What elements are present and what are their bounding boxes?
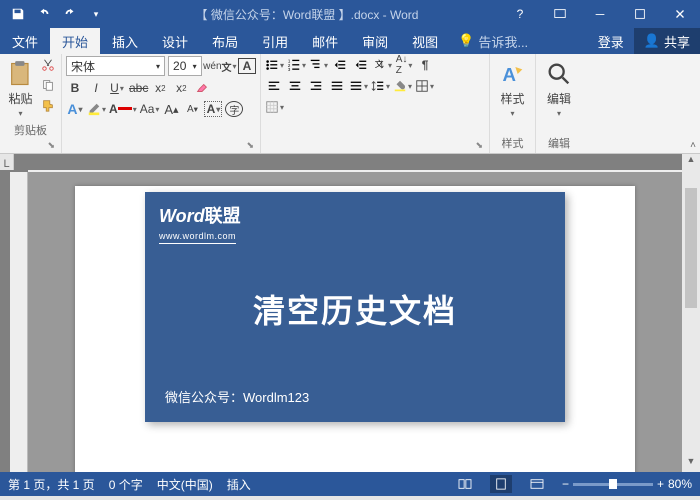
splash-logo: Word联盟 www.wordlm.com (145, 192, 565, 244)
align-center-button[interactable] (286, 77, 304, 95)
window-title: 【 微信公众号：Word联盟 】.docx - Word (114, 6, 500, 23)
splash-subtitle: 微信公众号：Wordlm123 (165, 387, 309, 406)
line-spacing-button[interactable] (371, 77, 390, 95)
superscript-button[interactable]: x2 (172, 79, 190, 97)
paste-button[interactable]: 粘贴 ▾ (4, 56, 37, 120)
bold-button[interactable]: B (66, 79, 84, 97)
font-size-combo[interactable]: 20▾ (168, 56, 202, 76)
tell-me[interactable]: 💡 告诉我... (458, 28, 588, 54)
editing-button[interactable]: 编辑▾ (540, 56, 578, 133)
change-case-button[interactable]: Aa (140, 100, 160, 118)
phonetic-guide-button[interactable]: wén文 (205, 57, 235, 75)
splash-headline: 清空历史文档 (145, 286, 565, 332)
decrease-indent-button[interactable] (331, 56, 349, 74)
close-icon[interactable] (660, 2, 700, 26)
zoom-knob[interactable] (609, 479, 617, 489)
share-button[interactable]: 👤 共享 (634, 28, 700, 54)
maximize-icon[interactable] (620, 2, 660, 26)
paragraph-launcher-icon[interactable]: ⬊ (475, 140, 483, 151)
subscript-button[interactable]: x2 (151, 79, 169, 97)
cut-button[interactable] (39, 56, 57, 74)
font-family-combo[interactable]: 宋体▾ (66, 56, 165, 76)
ribbon-options-icon[interactable] (540, 2, 580, 26)
zoom-slider[interactable] (573, 483, 653, 486)
font-launcher-icon[interactable]: ⬊ (246, 140, 254, 151)
signin-button[interactable]: 登录 (588, 28, 634, 54)
vertical-scrollbar[interactable]: ▲ ▼ (682, 154, 700, 472)
tab-home[interactable]: 开始 (50, 28, 100, 54)
styles-button[interactable]: A 样式▾ (494, 56, 531, 133)
borders-button[interactable] (415, 77, 434, 95)
vertical-ruler[interactable] (10, 172, 28, 472)
tab-review[interactable]: 审阅 (350, 28, 400, 54)
tab-insert[interactable]: 插入 (100, 28, 150, 54)
zoom-in-button[interactable]: + (657, 477, 664, 491)
redo-icon[interactable] (58, 2, 82, 26)
styles-group-label: 样式 (494, 133, 531, 153)
tab-layout[interactable]: 布局 (200, 28, 250, 54)
svg-text:3: 3 (288, 67, 291, 72)
tab-design[interactable]: 设计 (150, 28, 200, 54)
status-insert[interactable]: 插入 (227, 476, 251, 493)
align-right-button[interactable] (307, 77, 325, 95)
highlight-button[interactable] (87, 100, 106, 118)
text-effects-button[interactable]: A (66, 100, 84, 118)
tab-mailings[interactable]: 邮件 (300, 28, 350, 54)
show-marks-button[interactable]: ¶ (416, 56, 434, 74)
distribute-button[interactable] (349, 77, 368, 95)
navigation-strip[interactable]: L (0, 154, 14, 170)
align-left-button[interactable] (265, 77, 283, 95)
web-layout-button[interactable] (526, 475, 548, 493)
clipboard-launcher-icon[interactable]: ⬊ (47, 140, 55, 151)
snap-to-grid-button[interactable] (265, 98, 284, 116)
svg-text:A: A (502, 64, 515, 85)
underline-button[interactable]: U (108, 79, 126, 97)
zoom-level[interactable]: 80% (668, 477, 692, 491)
shading-button[interactable] (393, 77, 412, 95)
editing-group-label: 编辑 (540, 133, 578, 153)
scroll-down-icon[interactable]: ▼ (682, 456, 700, 472)
italic-button[interactable]: I (87, 79, 105, 97)
sort-button[interactable]: A↓Z (395, 56, 413, 74)
collapse-ribbon-icon[interactable]: ˄ (690, 140, 696, 151)
shrink-font-button[interactable]: A▾ (183, 100, 201, 118)
status-page[interactable]: 第 1 页，共 1 页 (8, 476, 95, 493)
zoom-out-button[interactable]: − (562, 477, 569, 491)
justify-button[interactable] (328, 77, 346, 95)
status-lang[interactable]: 中文(中国) (157, 476, 213, 493)
increase-indent-button[interactable] (352, 56, 370, 74)
undo-icon[interactable] (32, 2, 56, 26)
enclose-char-button[interactable]: 字 (225, 101, 243, 117)
qat-more-icon[interactable]: ▾ (84, 2, 108, 26)
scroll-thumb[interactable] (685, 188, 697, 308)
format-painter-button[interactable] (39, 96, 57, 114)
read-mode-button[interactable] (454, 475, 476, 493)
copy-button[interactable] (39, 76, 57, 94)
print-layout-button[interactable] (490, 475, 512, 493)
save-icon[interactable] (6, 2, 30, 26)
char-shading-button[interactable]: A (204, 101, 222, 117)
numbering-button[interactable]: 123 (287, 56, 306, 74)
bullets-button[interactable] (265, 56, 284, 74)
font-color-button[interactable]: A (109, 100, 137, 118)
minimize-icon[interactable] (580, 2, 620, 26)
help-icon[interactable]: ? (500, 2, 540, 26)
tab-file[interactable]: 文件 (0, 28, 50, 54)
clipboard-group-label: 剪贴板 (4, 120, 57, 140)
character-border-button[interactable]: A (238, 58, 256, 74)
multilevel-button[interactable] (309, 56, 328, 74)
tab-view[interactable]: 视图 (400, 28, 450, 54)
clear-format-button[interactable] (193, 79, 211, 97)
scroll-up-icon[interactable]: ▲ (682, 154, 700, 170)
strikethrough-button[interactable]: abc (129, 79, 148, 97)
splash-overlay: Word联盟 www.wordlm.com 清空历史文档 微信公众号：Wordl… (145, 192, 565, 422)
grow-font-button[interactable]: A▴ (162, 100, 180, 118)
status-words[interactable]: 0 个字 (109, 476, 143, 493)
text-direction-button[interactable]: 文 (373, 56, 392, 74)
tab-references[interactable]: 引用 (250, 28, 300, 54)
